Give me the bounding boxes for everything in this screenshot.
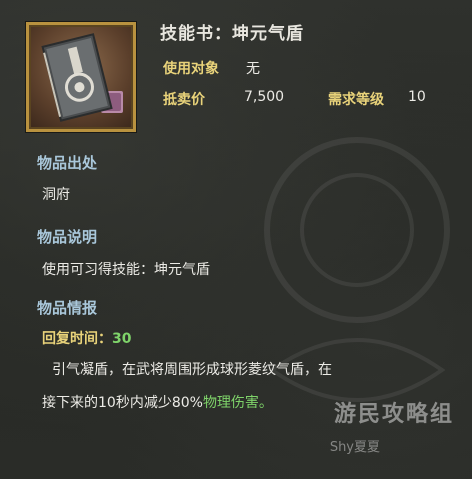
description-text: 使用可习得技能：坤元气盾 bbox=[42, 262, 210, 278]
info-line-2-highlight: 物理伤害。 bbox=[202, 395, 273, 411]
price-value: 7,500 bbox=[244, 89, 285, 105]
level-label: 需求等级 bbox=[328, 92, 384, 108]
info-line-1: 引气凝盾，在武将周围形成球形菱纹气盾，在 bbox=[52, 362, 332, 378]
watermark-sub: Shy夏夏 bbox=[329, 440, 380, 455]
item-title: 技能书：坤元气盾 bbox=[160, 24, 304, 44]
info-line-2: 接下来的10秒内减少80%物理伤害。 bbox=[42, 392, 273, 412]
target-label: 使用对象 bbox=[163, 61, 219, 77]
cooldown-row: 回复时间：30 bbox=[42, 328, 131, 348]
level-value: 10 bbox=[408, 89, 426, 105]
info-section-title: 物品情报 bbox=[37, 299, 98, 317]
item-icon-frame bbox=[26, 22, 136, 132]
cooldown-value: 30 bbox=[112, 331, 132, 347]
item-tooltip-panel: 技能书：坤元气盾 使用对象 无 抵卖价 7,500 需求等级 10 物品出处 洞… bbox=[0, 0, 472, 479]
cooldown-label: 回复时间： bbox=[42, 331, 112, 347]
watermark-text: 游民攻略组 bbox=[333, 402, 454, 427]
origin-section-title: 物品出处 bbox=[37, 154, 98, 172]
origin-text: 洞府 bbox=[42, 187, 70, 203]
info-line-2-prefix: 接下来的10秒内减少80% bbox=[42, 395, 203, 411]
price-label: 抵卖价 bbox=[163, 92, 205, 108]
target-value: 无 bbox=[246, 61, 260, 77]
skill-book-icon bbox=[41, 33, 123, 122]
description-section-title: 物品说明 bbox=[37, 228, 98, 246]
